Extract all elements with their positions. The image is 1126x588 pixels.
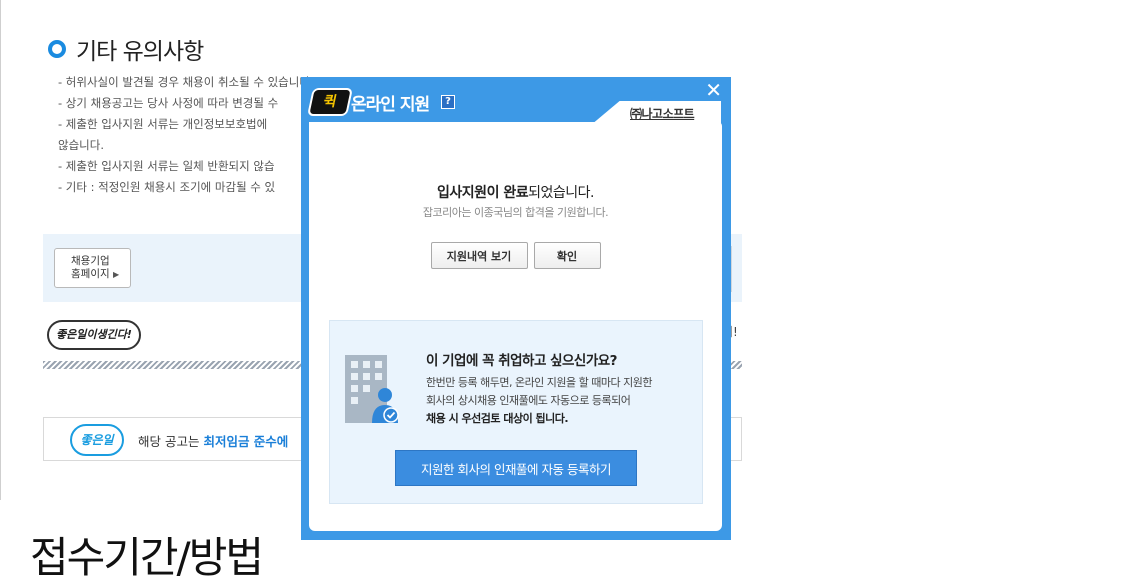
promo-line-1: 한번만 등록 해두면, 온라인 지원을 할 때마다 지원한 [426,376,653,389]
good-job-logo: 좋은일이생긴다! [47,320,141,350]
promo-title: 이 기업에 꼭 취업하고 싶으신가요? [426,353,618,369]
completion-message: 입사지원이 완료되었습니다. [309,182,722,202]
minimum-wage-text: 해당 공고는 최저임금 준수에 [138,431,288,450]
action-buttons: 지원내역 보기 확인 [309,242,722,269]
job-posting-page: 기타 유의사항 - 허위사실이 발견될 경우 채용이 취소될 수 있습니다. -… [0,0,1126,588]
auto-register-button[interactable]: 지원한 회사의 인재풀에 자동 등록하기 [395,450,637,486]
good-job-round-logo: 좋은일 [70,424,124,456]
application-period-title: 접수기간/방법 [30,533,264,582]
completion-bold: 입사지원이 완료 [437,185,529,201]
building-user-icon [345,355,399,423]
wage-prefix: 해당 공고는 [138,434,204,449]
close-icon[interactable]: ✕ [705,80,722,100]
promo-description: 한번만 등록 해두면, 온라인 지원을 할 때마다 지원한 회사의 상시채용 인… [426,374,696,428]
company-homepage-button[interactable]: 채용기업 홈페이지 ▶ [54,248,131,288]
completion-rest: 되었습니다. [528,185,594,201]
arrow-right-icon: ▶ [112,270,120,279]
circle-ring-icon [48,40,66,58]
promo-line-3: 채용 시 우선검토 대상이 됩니다. [426,412,569,425]
company-homepage-label-2: 홈페이지 [71,268,110,280]
wage-highlight: 최저임금 준수에 [203,434,289,449]
promo-line-2: 회사의 상시채용 인재풀에도 자동으로 등록되어 [426,394,631,407]
online-apply-popup: 퀵 온라인 지원 ? ✕ ㈜나고소프트 입사지원이 완료되었습니다. 잡코리아는… [301,77,731,540]
section-title: 기타 유의사항 [76,39,204,65]
popup-title: 온라인 지원 [351,95,430,115]
company-homepage-label-1: 채용기업 [71,255,110,267]
left-border [0,0,1,500]
view-applications-button[interactable]: 지원내역 보기 [430,242,528,269]
help-icon[interactable]: ? [441,95,455,109]
quick-logo: 퀵 [307,88,353,116]
popup-body: 입사지원이 완료되었습니다. 잡코리아는 이종국님의 합격을 기원합니다. 지원… [309,122,722,531]
confirm-button[interactable]: 확인 [533,242,601,269]
wish-message: 잡코리아는 이종국님의 합격을 기원합니다. [422,206,609,219]
company-name-link[interactable]: ㈜나고소프트 [630,105,695,122]
talent-pool-promo: 이 기업에 꼭 취업하고 싶으신가요? 한번만 등록 해두면, 온라인 지원을 … [329,320,703,504]
section-header: 기타 유의사항 [48,32,204,66]
